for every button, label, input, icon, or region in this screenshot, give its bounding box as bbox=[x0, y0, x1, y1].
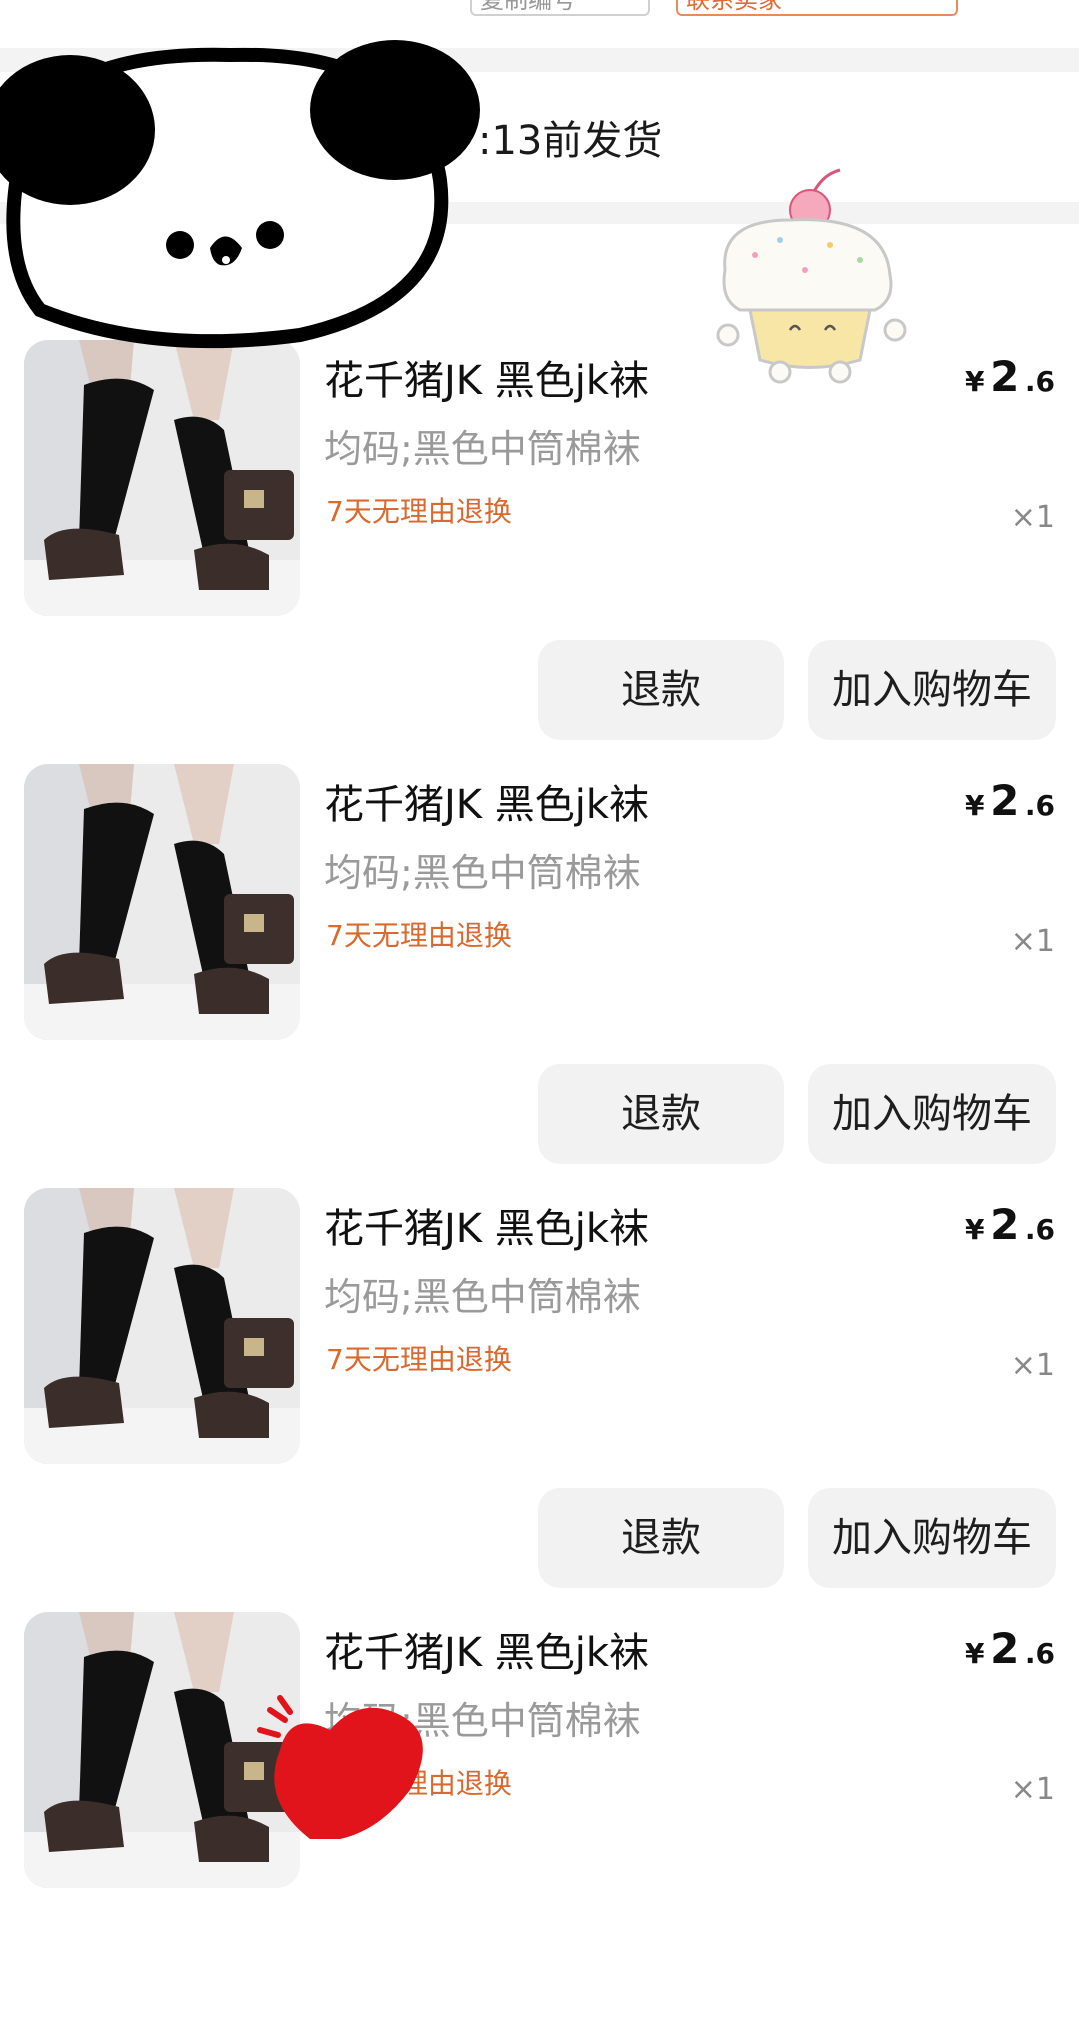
product-price: ¥ 2 .6 bbox=[965, 352, 1055, 401]
price-integer: 2 bbox=[990, 1624, 1020, 1673]
product-title[interactable]: 花千猪JK 黑色jk袜 bbox=[324, 1196, 649, 1254]
add-to-cart-button[interactable]: 加入购物车 bbox=[808, 1064, 1056, 1164]
product-price: ¥ 2 .6 bbox=[965, 1200, 1055, 1249]
product-spec: 均码;黑色中筒棉袜 bbox=[324, 1275, 641, 1319]
order-item[interactable]: 花千猪JK 黑色jk袜 均码;黑色中筒棉袜 7天无理由退换 ¥ 2 .6 ×1 bbox=[0, 1612, 1079, 2036]
product-quantity: ×1 bbox=[1010, 1348, 1055, 1383]
refund-button[interactable]: 退款 bbox=[538, 1064, 784, 1164]
add-to-cart-button[interactable]: 加入购物车 bbox=[808, 640, 1056, 740]
refund-button[interactable]: 退款 bbox=[538, 1488, 784, 1588]
product-image[interactable] bbox=[24, 340, 300, 616]
return-policy-badge: 7天无理由退换 bbox=[326, 919, 512, 952]
refund-button[interactable]: 退款 bbox=[538, 640, 784, 740]
cupcake-sticker bbox=[716, 168, 907, 384]
contact-seller-button[interactable]: 联系卖家 bbox=[676, 0, 958, 16]
return-policy-badge: 7天无理由退换 bbox=[326, 1343, 512, 1376]
price-currency: ¥ bbox=[965, 365, 985, 398]
order-item[interactable]: 花千猪JK 黑色jk袜 均码;黑色中筒棉袜 7天无理由退换 ¥ 2 .6 ×1 … bbox=[0, 340, 1079, 764]
price-integer: 2 bbox=[990, 1200, 1020, 1249]
price-decimal: .6 bbox=[1024, 1213, 1055, 1246]
product-image[interactable] bbox=[24, 1188, 300, 1464]
product-price: ¥ 2 .6 bbox=[965, 1624, 1055, 1673]
price-integer: 2 bbox=[990, 776, 1020, 825]
product-spec: 均码;黑色中筒棉袜 bbox=[324, 851, 641, 895]
product-title[interactable]: 花千猪JK 黑色jk袜 bbox=[324, 348, 649, 406]
product-title[interactable]: 花千猪JK 黑色jk袜 bbox=[324, 1620, 649, 1678]
heart-scribble bbox=[257, 1695, 423, 1839]
product-spec: 均码;黑色中筒棉袜 bbox=[324, 427, 641, 471]
product-quantity: ×1 bbox=[1010, 500, 1055, 535]
order-item[interactable]: 花千猪JK 黑色jk袜 均码;黑色中筒棉袜 7天无理由退换 ¥ 2 .6 ×1 … bbox=[0, 1188, 1079, 1612]
price-currency: ¥ bbox=[965, 1637, 985, 1670]
add-to-cart-button[interactable]: 加入购物车 bbox=[808, 1488, 1056, 1588]
price-integer: 2 bbox=[990, 352, 1020, 401]
return-policy-badge: 7天无理由退换 bbox=[326, 495, 512, 528]
product-price: ¥ 2 .6 bbox=[965, 776, 1055, 825]
product-title[interactable]: 花千猪JK 黑色jk袜 bbox=[324, 772, 649, 830]
price-currency: ¥ bbox=[965, 789, 985, 822]
price-decimal: .6 bbox=[1024, 1637, 1055, 1670]
panda-sticker bbox=[0, 40, 480, 349]
shipping-deadline: :13前发货 bbox=[478, 118, 663, 164]
price-currency: ¥ bbox=[965, 1213, 985, 1246]
product-quantity: ×1 bbox=[1010, 924, 1055, 959]
price-decimal: .6 bbox=[1024, 365, 1055, 398]
price-decimal: .6 bbox=[1024, 789, 1055, 822]
product-quantity: ×1 bbox=[1010, 1772, 1055, 1807]
order-item[interactable]: 花千猪JK 黑色jk袜 均码;黑色中筒棉袜 7天无理由退换 ¥ 2 .6 ×1 … bbox=[0, 764, 1079, 1188]
product-image[interactable] bbox=[24, 764, 300, 1040]
